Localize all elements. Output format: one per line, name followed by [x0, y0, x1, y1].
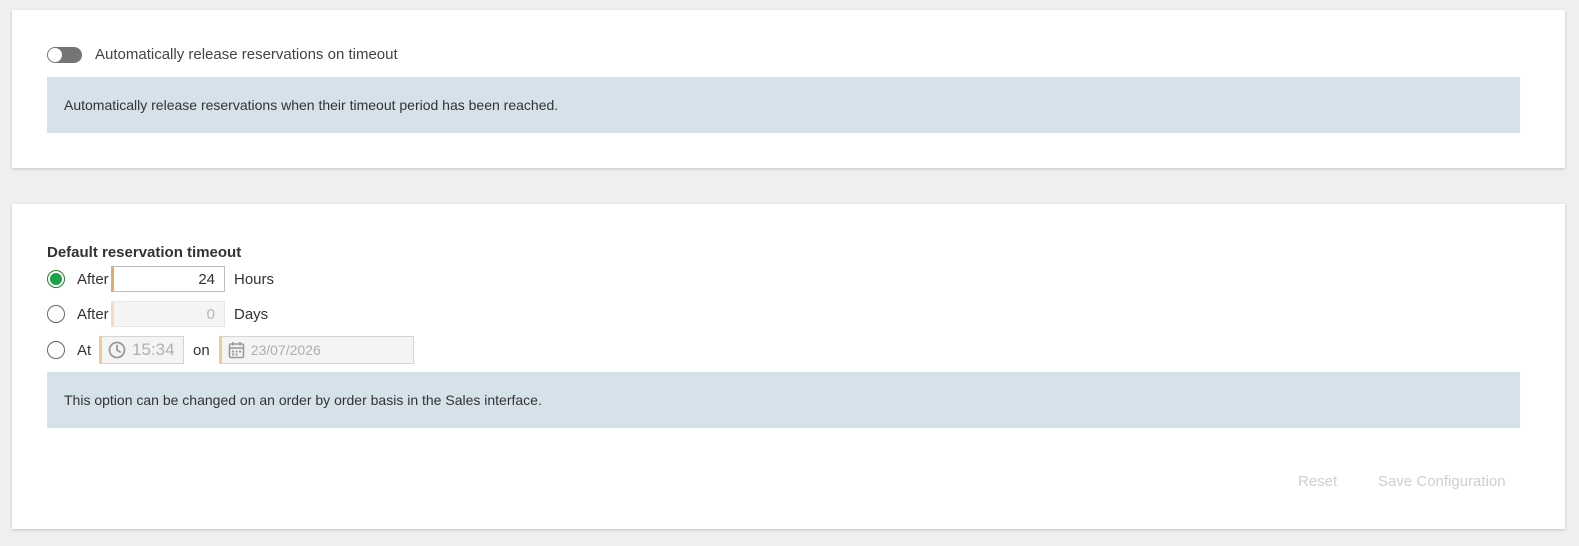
date-input[interactable]: 23/07/2026	[218, 336, 414, 364]
auto-release-toggle-row: Automatically release reservations on ti…	[47, 46, 398, 63]
hours-unit: Hours	[234, 270, 275, 288]
time-value: 15:34	[132, 340, 175, 359]
option-label: After	[77, 270, 109, 288]
on-label: on	[193, 341, 210, 359]
date-value: 23/07/2026	[250, 342, 321, 358]
days-unit: Days	[234, 305, 269, 323]
time-input[interactable]: 15:34	[99, 336, 184, 364]
timeout-info: This option can be changed on an order b…	[47, 372, 1520, 428]
radio-after-days[interactable]	[47, 305, 65, 323]
save-configuration-button[interactable]: Save Configuration	[1372, 469, 1512, 494]
option-after-hours: After Hours	[47, 266, 274, 292]
section-title: Default reservation timeout	[47, 244, 242, 261]
option-label: At	[77, 341, 92, 359]
auto-release-card: Automatically release reservations on ti…	[12, 10, 1565, 168]
days-input[interactable]	[111, 301, 225, 327]
auto-release-info: Automatically release reservations when …	[47, 77, 1520, 133]
auto-release-toggle-label: Automatically release reservations on ti…	[95, 46, 398, 63]
radio-after-hours[interactable]	[47, 270, 65, 288]
calendar-icon	[228, 341, 245, 359]
option-at-time: At 15:34 on 23/07/2026	[47, 336, 414, 364]
option-after-days: After Days	[47, 301, 268, 327]
reset-button[interactable]: Reset	[1292, 469, 1343, 494]
radio-selected-dot	[50, 273, 62, 285]
toggle-knob	[48, 47, 62, 62]
option-label: After	[77, 305, 109, 323]
hours-input[interactable]	[111, 266, 225, 292]
auto-release-toggle[interactable]	[47, 46, 82, 63]
radio-at-time[interactable]	[47, 341, 65, 359]
reservation-timeout-card: Default reservation timeout After Hours …	[12, 204, 1565, 529]
clock-icon	[108, 341, 126, 359]
